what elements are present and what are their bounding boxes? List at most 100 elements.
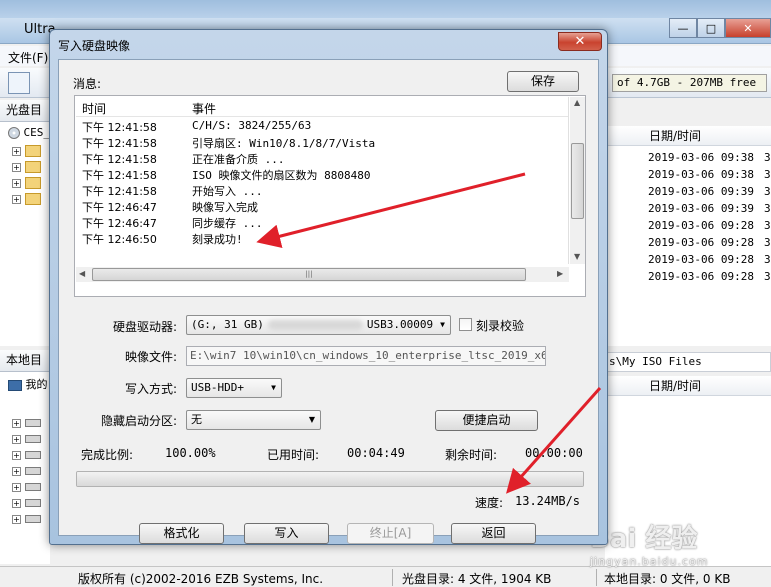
column-date-header-local[interactable]: 日期/时间: [605, 376, 771, 396]
format-button[interactable]: 格式化: [139, 523, 224, 544]
log-event: 同步缓存 ...: [192, 217, 263, 230]
log-header-event[interactable]: 事件: [192, 100, 216, 117]
file-row-date[interactable]: 2019-03-06 09:38 3: [648, 168, 771, 181]
folder-icon: [25, 177, 41, 189]
expand-icon[interactable]: +: [12, 466, 21, 476]
expand-icon[interactable]: +: [12, 498, 21, 508]
expand-icon[interactable]: +: [12, 146, 21, 156]
file-row-date[interactable]: 2019-03-06 09:28 3: [648, 219, 771, 232]
dialog-close-button[interactable]: ✕: [558, 32, 602, 51]
expand-icon[interactable]: +: [12, 482, 21, 492]
local-path-bar[interactable]: s\My ISO Files: [605, 352, 771, 372]
scroll-right-icon[interactable]: ▶: [557, 269, 563, 278]
tree-folder[interactable]: +: [12, 144, 41, 157]
file-date: 2019-03-06 09:28: [648, 253, 754, 266]
verify-checkbox[interactable]: [459, 318, 472, 331]
expand-icon[interactable]: +: [12, 450, 21, 460]
save-button[interactable]: 保存: [507, 71, 579, 92]
log-event: 引导扇区: Win10/8.1/8/7/Vista: [192, 137, 376, 150]
drive-icon: [25, 419, 41, 427]
file-row-date[interactable]: 2019-03-06 09:28 3: [648, 236, 771, 249]
hidden-partition-select[interactable]: 无 ▼: [186, 410, 321, 430]
file-row-date[interactable]: 2019-03-06 09:28 3: [648, 270, 771, 283]
tree-drive[interactable]: +: [12, 416, 41, 429]
local-tree-root[interactable]: 我的: [8, 376, 48, 392]
log-row[interactable]: 下午 12:41:58 正在准备介质 ...: [76, 151, 568, 167]
expand-icon[interactable]: +: [12, 178, 21, 188]
write-button[interactable]: 写入: [244, 523, 329, 544]
abort-button[interactable]: 终止[A]: [347, 523, 434, 544]
maximize-button[interactable]: □: [697, 18, 725, 38]
log-row[interactable]: 下午 12:46:50 刻录成功!: [76, 231, 568, 247]
expand-icon[interactable]: +: [12, 434, 21, 444]
file-date: 2019-03-06 09:28: [648, 219, 754, 232]
log-vertical-scrollbar[interactable]: ▲ ▼: [570, 97, 585, 264]
file-date-extra: 3: [764, 219, 771, 232]
tree-drive[interactable]: +: [12, 448, 41, 461]
file-row-date[interactable]: 2019-03-06 09:28 3: [648, 253, 771, 266]
log-hscroll-thumb[interactable]: |||: [92, 268, 526, 281]
log-event: ISO 映像文件的扇区数为 8808480: [192, 169, 371, 182]
log-header: 时间 事件: [76, 97, 568, 117]
remaining-value: 00:00:00: [525, 446, 583, 460]
verify-label: 刻录校验: [476, 319, 525, 333]
column-date-header[interactable]: 日期/时间: [605, 126, 771, 146]
log-row[interactable]: 下午 12:46:47 映像写入完成: [76, 199, 568, 215]
close-window-button[interactable]: ✕: [725, 18, 771, 38]
write-method-select[interactable]: USB-HDD+ ▼: [186, 378, 282, 398]
tree-drive[interactable]: +: [12, 496, 41, 509]
tree-drive[interactable]: +: [12, 464, 41, 477]
status-copyright: 版权所有 (c)2002-2016 EZB Systems, Inc.: [78, 572, 324, 586]
log-event: 刻录成功!: [192, 233, 243, 246]
new-file-icon[interactable]: [8, 72, 30, 94]
window-controls: — □ ✕: [669, 18, 771, 40]
expand-icon[interactable]: +: [12, 418, 21, 428]
scroll-down-icon[interactable]: ▼: [574, 252, 580, 261]
file-date: 2019-03-06 09:39: [648, 202, 754, 215]
tree-folder[interactable]: +: [12, 176, 41, 189]
drive-select[interactable]: (G:, 31 GB) USB3.00009 ▼: [186, 315, 451, 335]
tree-drive[interactable]: +: [12, 512, 41, 525]
expand-icon[interactable]: +: [12, 162, 21, 172]
tree-folder[interactable]: +: [12, 160, 41, 173]
log-event: 开始写入 ...: [192, 185, 263, 198]
log-row[interactable]: 下午 12:46:47 同步缓存 ...: [76, 215, 568, 231]
status-cd-dir: 光盘目录: 4 文件, 1904 KB: [402, 572, 552, 586]
log-row[interactable]: 下午 12:41:58 ISO 映像文件的扇区数为 8808480: [76, 167, 568, 183]
log-scroll-thumb[interactable]: [571, 143, 584, 219]
menu-file[interactable]: 文件(F): [8, 49, 48, 66]
tree-root[interactable]: CES_: [8, 126, 50, 139]
elapsed-label: 已用时间:: [267, 448, 320, 462]
tree-drive[interactable]: +: [12, 432, 41, 445]
back-button[interactable]: 返回: [451, 523, 536, 544]
file-date-extra: 3: [764, 270, 771, 283]
status-divider: [596, 569, 597, 586]
quick-boot-button[interactable]: 便捷启动: [435, 410, 538, 431]
scroll-left-icon[interactable]: ◀: [79, 269, 85, 278]
file-date-extra: 3: [764, 168, 771, 181]
folder-icon: [25, 145, 41, 157]
computer-icon: [8, 379, 22, 391]
image-file-field[interactable]: E:\win7 10\win10\cn_windows_10_enterpris…: [186, 346, 546, 366]
file-row-date[interactable]: 2019-03-06 09:39 3: [648, 185, 771, 198]
file-date: 2019-03-06 09:39: [648, 185, 754, 198]
write-method-value: USB-HDD+: [191, 381, 244, 394]
file-row-date[interactable]: 2019-03-06 09:38 3: [648, 151, 771, 164]
log-horizontal-scrollbar[interactable]: ◀ ||| ▶: [76, 267, 569, 282]
log-row[interactable]: 下午 12:41:58 开始写入 ...: [76, 183, 568, 199]
file-date-extra: 3: [764, 236, 771, 249]
minimize-button[interactable]: —: [669, 18, 697, 38]
status-bar: 版权所有 (c)2002-2016 EZB Systems, Inc. 光盘目录…: [0, 566, 771, 587]
log-row[interactable]: 下午 12:41:58 C/H/S: 3824/255/63: [76, 119, 568, 135]
write-disk-image-dialog: 写入硬盘映像 ✕ 消息: 保存 时间 事件 下午 12:41:58 C/H/S: …: [49, 29, 608, 545]
scroll-up-icon[interactable]: ▲: [574, 98, 580, 107]
log-row[interactable]: 下午 12:41:58 引导扇区: Win10/8.1/8/7/Vista: [76, 135, 568, 151]
tree-folder[interactable]: +: [12, 192, 41, 205]
expand-icon[interactable]: +: [12, 194, 21, 204]
expand-icon[interactable]: +: [12, 514, 21, 524]
file-date: 2019-03-06 09:38: [648, 168, 754, 181]
file-row-date[interactable]: 2019-03-06 09:39 3: [648, 202, 771, 215]
tree-drive[interactable]: +: [12, 480, 41, 493]
remaining-label: 剩余时间:: [445, 448, 498, 462]
log-header-time[interactable]: 时间: [82, 100, 106, 117]
